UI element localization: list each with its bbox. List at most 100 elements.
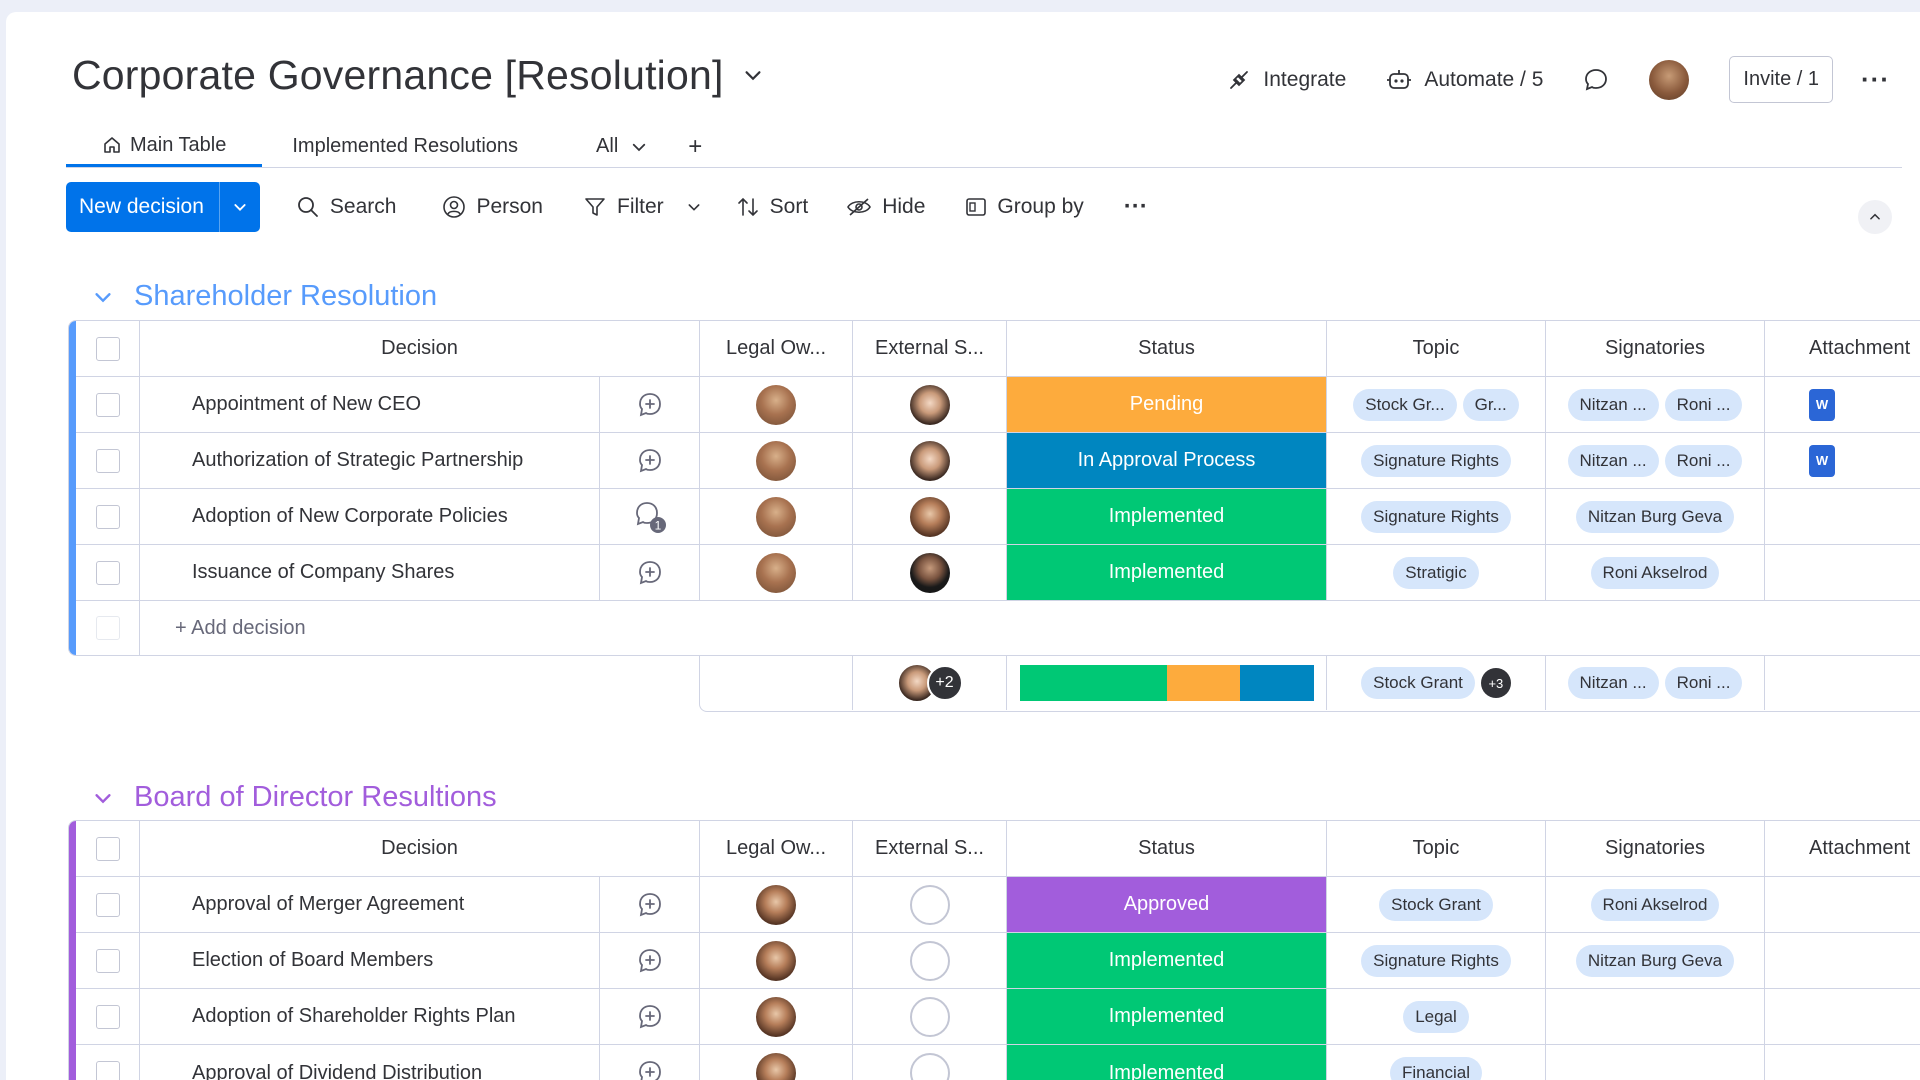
updates-count-icon[interactable]: 1 <box>633 500 667 534</box>
signatory-chip[interactable]: Nitzan Burg Geva <box>1575 944 1735 977</box>
group-title-shareholder[interactable]: Shareholder Resolution <box>92 280 437 313</box>
column-header-signatories[interactable]: Signatories <box>1546 321 1765 376</box>
word-file-icon[interactable]: W <box>1809 388 1835 421</box>
new-decision-button[interactable]: New decision <box>66 182 260 232</box>
conversation-cell[interactable] <box>600 377 700 432</box>
column-header-topic[interactable]: Topic <box>1327 321 1546 376</box>
legal-owner-avatar[interactable] <box>756 884 796 925</box>
tab-main-table[interactable]: Main Table <box>66 122 263 167</box>
select-all-checkbox[interactable] <box>95 336 120 361</box>
external-avatar[interactable] <box>909 440 950 481</box>
row-checkbox[interactable] <box>95 392 120 417</box>
summary-topic-more[interactable]: +3 <box>1480 668 1511 698</box>
conversation-cell[interactable] <box>600 1045 700 1080</box>
board-title[interactable]: Corporate Governance [Resolution] <box>72 52 724 99</box>
column-header-attachment[interactable]: Attachment <box>1765 321 1920 376</box>
signatory-chip[interactable]: Nitzan ... <box>1567 444 1659 477</box>
column-header-signatories[interactable]: Signatories <box>1546 821 1765 876</box>
decision-cell[interactable]: Approval of Dividend Distribution <box>140 1045 600 1080</box>
more-options-icon[interactable]: ··· <box>1861 64 1890 95</box>
row-checkbox[interactable] <box>95 948 120 973</box>
empty-person-icon[interactable] <box>909 940 950 981</box>
column-header-legal[interactable]: Legal Ow... <box>700 821 853 876</box>
column-header-decision[interactable]: Decision <box>140 321 700 376</box>
decision-cell[interactable]: Appointment of New CEO <box>140 377 600 432</box>
updates-button[interactable] <box>1583 67 1609 93</box>
status-distribution-bar[interactable] <box>1019 665 1314 701</box>
topic-chip[interactable]: Signature Rights <box>1361 944 1511 977</box>
signatory-chip[interactable]: Roni Akselrod <box>1590 888 1720 921</box>
attachment-cell[interactable] <box>1765 545 1920 600</box>
table-row[interactable]: Approval of Merger Agreement Approved St… <box>69 877 1920 933</box>
conversation-cell[interactable] <box>600 877 700 932</box>
add-update-icon[interactable] <box>636 447 664 475</box>
table-row[interactable]: Issuance of Company Shares Implemented S… <box>69 545 1920 601</box>
row-checkbox[interactable] <box>95 504 120 529</box>
table-row[interactable]: Approval of Dividend Distribution Implem… <box>69 1045 1920 1080</box>
legal-owner-avatar[interactable] <box>756 496 796 537</box>
chevron-down-icon[interactable] <box>92 787 114 809</box>
filter-button[interactable]: Filter <box>583 195 702 219</box>
topic-chip[interactable]: Signature Rights <box>1361 500 1511 533</box>
legal-owner-avatar[interactable] <box>756 552 796 593</box>
summary-signatory-chip[interactable]: Roni ... <box>1664 667 1743 699</box>
status-cell[interactable]: Implemented <box>1007 933 1327 988</box>
group-by-button[interactable]: Group by <box>965 195 1084 219</box>
column-header-status[interactable]: Status <box>1007 821 1327 876</box>
topic-chip[interactable]: Stock Grant <box>1379 888 1493 921</box>
status-cell[interactable]: Implemented <box>1007 1045 1327 1080</box>
signatories-cell[interactable] <box>1546 989 1765 1044</box>
table-row[interactable]: Appointment of New CEO Pending Stock Gr.… <box>69 377 1920 433</box>
signatory-chip[interactable]: Nitzan Burg Geva <box>1575 500 1735 533</box>
attachment-cell[interactable] <box>1765 989 1920 1044</box>
more-toolbar-icon[interactable]: ··· <box>1124 193 1148 221</box>
chevron-down-icon[interactable] <box>92 286 114 308</box>
add-update-icon[interactable] <box>636 947 664 975</box>
hide-button[interactable]: Hide <box>846 195 925 219</box>
add-update-icon[interactable] <box>636 391 664 419</box>
column-header-topic[interactable]: Topic <box>1327 821 1546 876</box>
status-cell[interactable]: Implemented <box>1007 545 1327 600</box>
external-avatar[interactable] <box>909 496 950 537</box>
add-update-icon[interactable] <box>636 1003 664 1031</box>
conversation-cell[interactable]: 1 <box>600 489 700 544</box>
row-checkbox[interactable] <box>95 448 120 473</box>
topic-chip[interactable]: Stock Gr... <box>1353 388 1457 421</box>
attachment-cell[interactable] <box>1765 1045 1920 1080</box>
table-row[interactable]: Election of Board Members Implemented Si… <box>69 933 1920 989</box>
add-item-row[interactable]: + Add decision <box>69 601 1920 655</box>
status-cell[interactable]: In Approval Process <box>1007 433 1327 488</box>
row-checkbox[interactable] <box>95 1061 120 1080</box>
conversation-cell[interactable] <box>600 433 700 488</box>
add-update-icon[interactable] <box>636 1059 664 1080</box>
user-avatar[interactable] <box>1649 59 1690 100</box>
decision-cell[interactable]: Election of Board Members <box>140 933 600 988</box>
chevron-down-icon[interactable] <box>686 199 702 215</box>
status-cell[interactable]: Implemented <box>1007 989 1327 1044</box>
word-file-icon[interactable]: W <box>1809 444 1835 477</box>
decision-cell[interactable]: Issuance of Company Shares <box>140 545 600 600</box>
row-checkbox[interactable] <box>95 892 120 917</box>
search-button[interactable]: Search <box>296 195 396 219</box>
attachment-cell[interactable] <box>1765 877 1920 932</box>
decision-cell[interactable]: Adoption of Shareholder Rights Plan <box>140 989 600 1044</box>
group-title-board[interactable]: Board of Director Resultions <box>92 781 497 814</box>
select-all-checkbox[interactable] <box>95 836 120 861</box>
person-filter-button[interactable]: Person <box>442 195 543 219</box>
signatories-cell[interactable] <box>1546 1045 1765 1080</box>
empty-person-icon[interactable] <box>909 1053 950 1080</box>
add-view-button[interactable]: + <box>688 122 702 167</box>
table-row[interactable]: Adoption of New Corporate Policies 1 Imp… <box>69 489 1920 545</box>
invite-button[interactable]: Invite / 1 <box>1729 56 1834 103</box>
topic-chip[interactable]: Signature Rights <box>1361 444 1511 477</box>
status-cell[interactable]: Approved <box>1007 877 1327 932</box>
add-update-icon[interactable] <box>636 559 664 587</box>
new-decision-label[interactable]: New decision <box>66 182 220 232</box>
topic-chip[interactable]: Legal <box>1403 1000 1469 1033</box>
empty-person-icon[interactable] <box>909 996 950 1037</box>
signatory-chip[interactable]: Roni ... <box>1664 388 1743 421</box>
legal-owner-avatar[interactable] <box>756 940 796 981</box>
column-header-legal[interactable]: Legal Ow... <box>700 321 853 376</box>
signatory-chip[interactable]: Nitzan ... <box>1567 388 1659 421</box>
column-header-external[interactable]: External S... <box>853 821 1007 876</box>
